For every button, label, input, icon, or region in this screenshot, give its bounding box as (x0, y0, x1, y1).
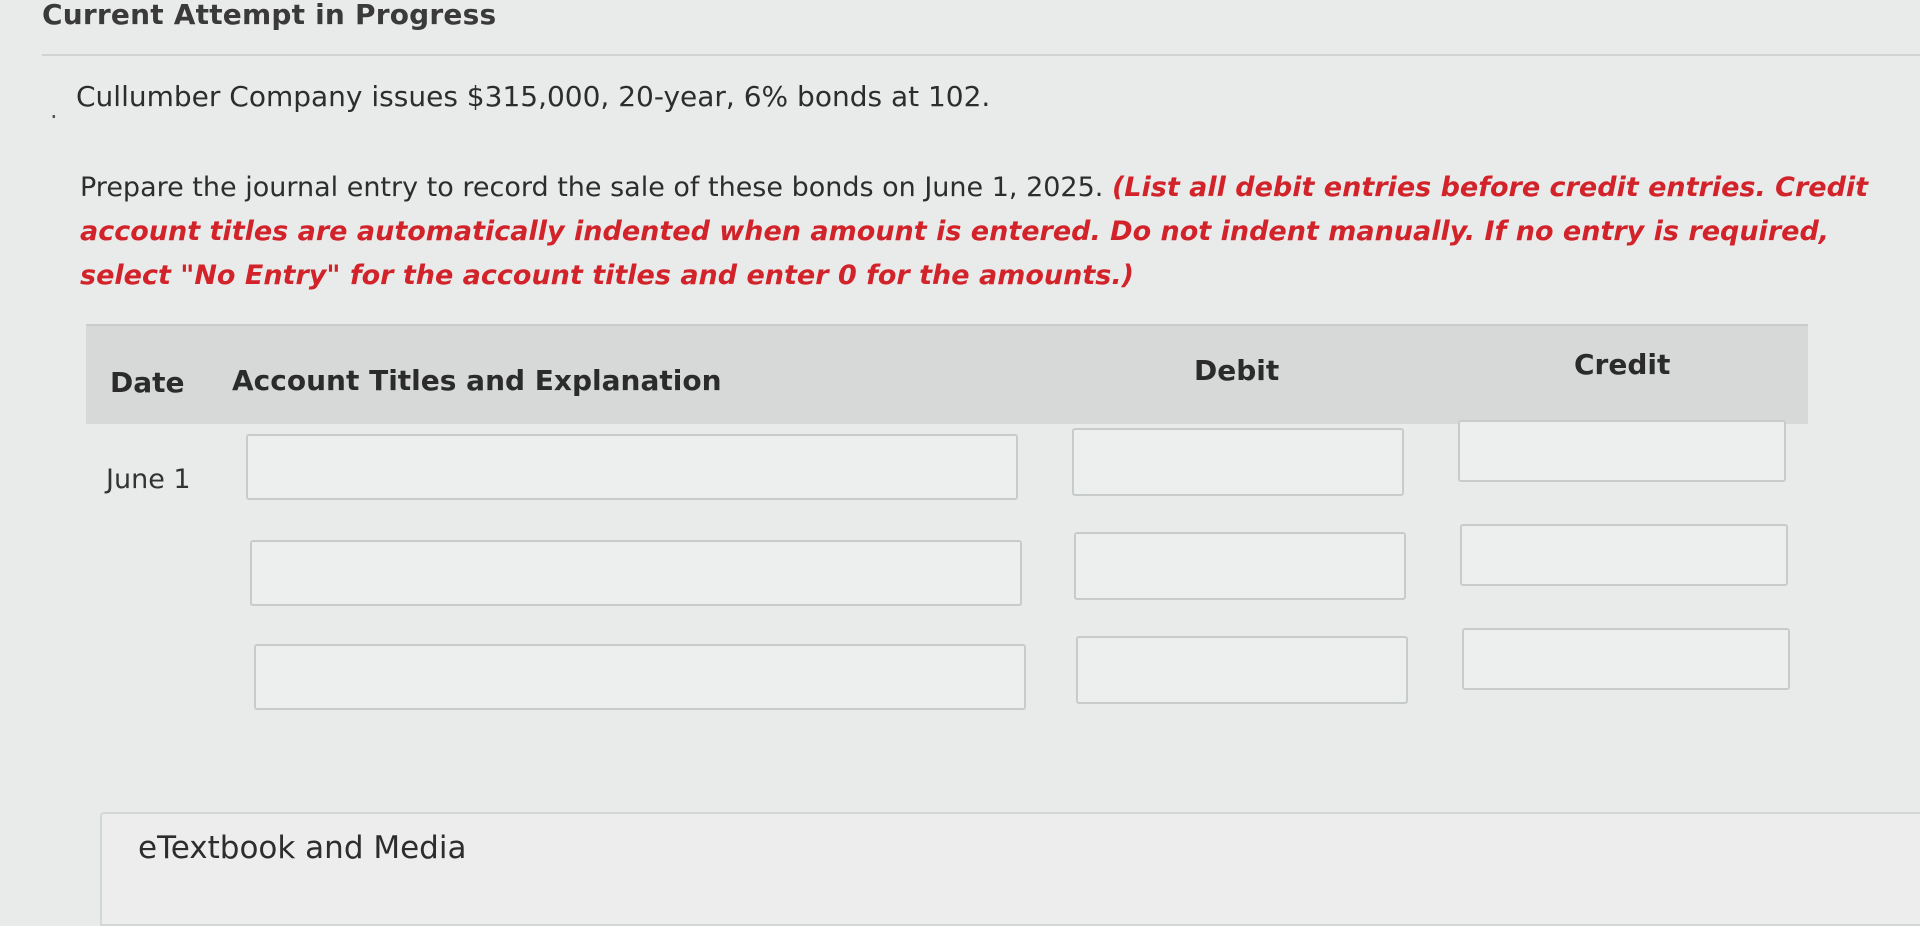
credit-input[interactable] (1458, 420, 1786, 482)
attempt-header: Current Attempt in Progress (42, 0, 497, 31)
journal-table-header: Date Account Titles and Explanation Debi… (86, 324, 1808, 424)
header-credit: Credit (1574, 348, 1671, 381)
debit-input[interactable] (1076, 636, 1408, 704)
instruction-text: Prepare the journal entry to record the … (80, 172, 1104, 203)
etextbook-and-media-panel[interactable]: eTextbook and Media (100, 812, 1920, 926)
debit-input[interactable] (1072, 428, 1404, 496)
debit-input[interactable] (1074, 532, 1406, 600)
header-account-titles: Account Titles and Explanation (232, 364, 722, 397)
question-bullet: . (50, 96, 58, 124)
etextbook-and-media-link[interactable]: eTextbook and Media (138, 830, 466, 866)
account-title-input[interactable] (254, 644, 1026, 710)
header-debit: Debit (1194, 354, 1280, 387)
account-title-input[interactable] (250, 540, 1022, 606)
header-divider (42, 54, 1920, 56)
credit-input[interactable] (1462, 628, 1790, 690)
problem-statement: Cullumber Company issues $315,000, 20-ye… (76, 80, 991, 113)
credit-input[interactable] (1460, 524, 1788, 586)
entry-date: June 1 (106, 464, 191, 495)
instructions: Prepare the journal entry to record the … (80, 166, 1910, 298)
header-date: Date (110, 366, 185, 399)
account-title-input[interactable] (246, 434, 1018, 500)
